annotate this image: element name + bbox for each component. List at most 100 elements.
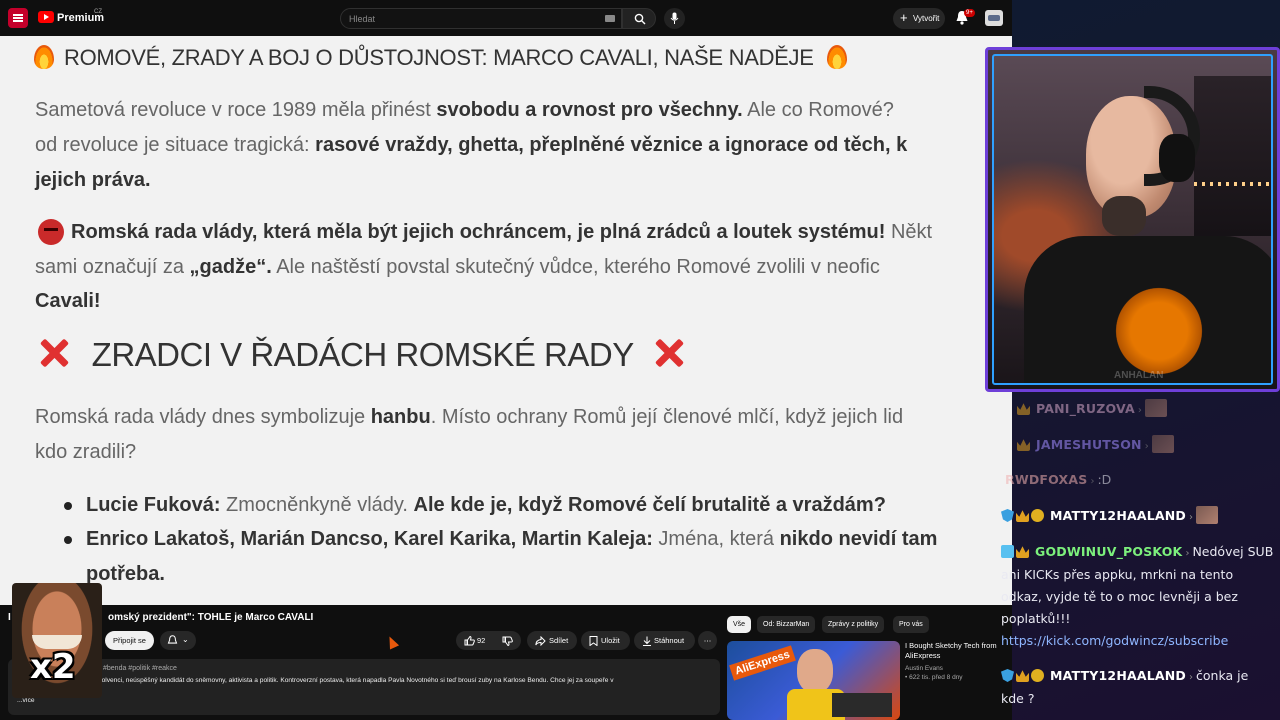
recommended-video-title[interactable]: I Bought Sketchy Tech from AliExpress xyxy=(905,641,1010,661)
download-icon xyxy=(643,636,651,646)
chat-username[interactable]: MATTY12HAALAND xyxy=(1050,668,1186,683)
webcam-video: ANHALAN xyxy=(992,54,1273,385)
chip-from-channel[interactable]: Od: BizzarMan xyxy=(757,616,816,633)
bullet-dot xyxy=(64,536,72,544)
create-label: Vytvořit xyxy=(913,14,940,23)
chevron-right-icon: › xyxy=(1144,441,1149,452)
chat-text-continuation: poplatků!!! xyxy=(1001,611,1071,626)
save-button[interactable]: Uložit xyxy=(581,631,630,650)
text-bold: Romská rada vlády, která měla být jejich… xyxy=(71,221,886,243)
background-shelf xyxy=(1194,76,1271,236)
chat-text: Nedóvej SUB xyxy=(1192,544,1274,559)
keyboard-icon[interactable] xyxy=(605,15,615,22)
description-line: Marco ali, ský podnikatel v insolvenci, … xyxy=(14,677,614,684)
text: Zmocněnkyně vlády. xyxy=(220,494,414,516)
crown-badge-icon xyxy=(1017,403,1030,415)
chat-message: PANI_RUZOVA › xyxy=(1017,398,1280,422)
emote-icon xyxy=(1151,435,1174,453)
subscription-bell-button[interactable]: ⌄ xyxy=(160,631,196,650)
text: Sametová revoluce v roce 1989 měla přiné… xyxy=(35,99,437,121)
text: kdo zradili? xyxy=(35,441,137,463)
create-button[interactable]: + Vytvořit xyxy=(893,8,945,29)
shield-badge-icon xyxy=(1001,669,1014,682)
voice-search-button[interactable] xyxy=(664,8,685,29)
description-line: rámc a Clash 17. xyxy=(14,686,714,696)
share-button[interactable]: Sdílet xyxy=(527,631,577,650)
video-frame-article: ROMOVÉ, ZRADY A BOJ O DŮSTOJNOST: MARCO … xyxy=(0,36,1012,605)
cross-mark-icon xyxy=(35,334,73,372)
chevron-right-icon: › xyxy=(1137,405,1142,416)
chevron-right-icon: › xyxy=(1090,476,1095,487)
youtube-window: Premium CZ Hledat + Vytvořit 9+ ROMOVÉ, … xyxy=(0,0,1012,720)
video-info-panel: I omský prezident": TOHLE je Marco CAVAL… xyxy=(0,605,1012,720)
article-heading-text: ROMOVÉ, ZRADY A BOJ O DŮSTOJNOST: MARCO … xyxy=(64,45,814,70)
text-bold: potřeba. xyxy=(86,563,165,585)
article-subheading: ZRADCI V ŘADÁCH ROMSKÉ RADY xyxy=(35,334,688,374)
recommended-stats: • 622 tis. před 8 dny xyxy=(905,674,963,681)
chat-username[interactable]: PANI_RUZOVA xyxy=(1036,401,1135,416)
thumbnail-logo-text: AliExpress xyxy=(729,645,796,681)
chat-link[interactable]: https://kick.com/godwincz/subscribe xyxy=(1001,630,1280,652)
chat-username[interactable]: RWDFOXAS xyxy=(1005,472,1087,487)
thumbs-up-icon[interactable] xyxy=(464,636,475,646)
webcam-watermark: ANHALAN xyxy=(1114,370,1164,381)
video-title: omský prezident": TOHLE je Marco CAVALI xyxy=(108,612,314,623)
paragraph-line: Romská rada vlády dnes symbolizuje hanbu… xyxy=(35,400,903,435)
text-bold: svobodu a rovnost pro všechny. xyxy=(436,99,743,121)
chip-for-you[interactable]: Pro vás xyxy=(893,616,929,633)
angry-face-icon xyxy=(38,219,64,245)
text: Ale co Romové? xyxy=(742,99,894,121)
chip-politics-news[interactable]: Zprávy z politiky xyxy=(822,616,885,633)
chat-username[interactable]: MATTY12HAALAND xyxy=(1050,508,1186,523)
share-label: Sdílet xyxy=(549,636,569,645)
paragraph-line: Sametová revoluce v roce 1989 měla přiné… xyxy=(35,93,894,128)
video-tags[interactable]: #benda #politik #reakce xyxy=(103,665,177,672)
paragraph-line: Romská rada vlády, která měla být jejich… xyxy=(71,215,932,250)
recommended-video-thumbnail[interactable]: AliExpress xyxy=(727,641,900,720)
text-bold: rasové vraždy, ghetta, přeplněné věznice… xyxy=(315,134,908,156)
menu-icon[interactable] xyxy=(8,8,28,28)
plus-icon: + xyxy=(900,10,908,25)
more-actions-button[interactable]: ⋯ xyxy=(698,631,717,650)
download-button[interactable]: Stáhnout xyxy=(634,631,695,650)
show-more-link[interactable]: ...více xyxy=(17,697,35,704)
text-bold: nikdo nevidí tam xyxy=(779,528,938,550)
like-dislike-group: 92 xyxy=(456,631,521,650)
mouse-cursor-icon xyxy=(384,634,400,650)
chat-text: čonka je xyxy=(1196,668,1249,683)
search-placeholder: Hledat xyxy=(349,14,376,24)
text: Jména, která xyxy=(652,528,780,550)
chat-username[interactable]: JAMESHUTSON xyxy=(1036,437,1142,452)
chevron-right-icon: › xyxy=(1185,548,1190,559)
article-heading: ROMOVÉ, ZRADY A BOJ O DŮSTOJNOST: MARCO … xyxy=(34,45,848,71)
crown-badge-icon xyxy=(1016,546,1029,558)
chat-text-continuation: kde ? xyxy=(1001,691,1035,706)
like-count: 92 xyxy=(477,636,486,645)
search-input[interactable]: Hledat xyxy=(340,8,622,29)
text-bold: Lucie Fuková: xyxy=(86,494,221,516)
emote-icon xyxy=(1196,506,1218,524)
thumbnail-gadgets xyxy=(832,693,892,717)
chat-username[interactable]: GODWINUV_POSKOK xyxy=(1035,544,1182,559)
chat-text-continuation: odkaz, vyjde tě to o moc levněji a bez xyxy=(1001,589,1238,604)
youtube-logo-icon[interactable] xyxy=(38,11,54,23)
chat-message: RWDFOXAS ›:D xyxy=(1005,469,1280,493)
cross-mark-icon xyxy=(650,334,688,372)
text-bold: „gadže“. xyxy=(189,256,272,278)
list-item: Lucie Fuková: Zmocněnkyně vlády. Ale kde… xyxy=(86,488,886,523)
chip-all[interactable]: Vše xyxy=(727,616,752,633)
brand-country: CZ xyxy=(94,9,102,15)
search-icon xyxy=(634,13,646,25)
string-lights xyxy=(1194,182,1271,186)
coin-badge-icon xyxy=(1031,669,1044,682)
crown-badge-icon xyxy=(1017,439,1030,451)
recommended-channel[interactable]: Austin Evans xyxy=(905,664,963,673)
thumbs-down-icon[interactable] xyxy=(502,636,513,646)
download-label: Stáhnout xyxy=(654,636,685,645)
search-button[interactable] xyxy=(622,8,656,29)
headphone-earcup xyxy=(1159,134,1195,182)
account-avatar[interactable] xyxy=(985,10,1003,26)
webcam-frame: ANHALAN xyxy=(985,47,1280,392)
paragraph-line: jejich práva. xyxy=(35,163,151,198)
join-button[interactable]: Připojit se xyxy=(105,631,154,650)
